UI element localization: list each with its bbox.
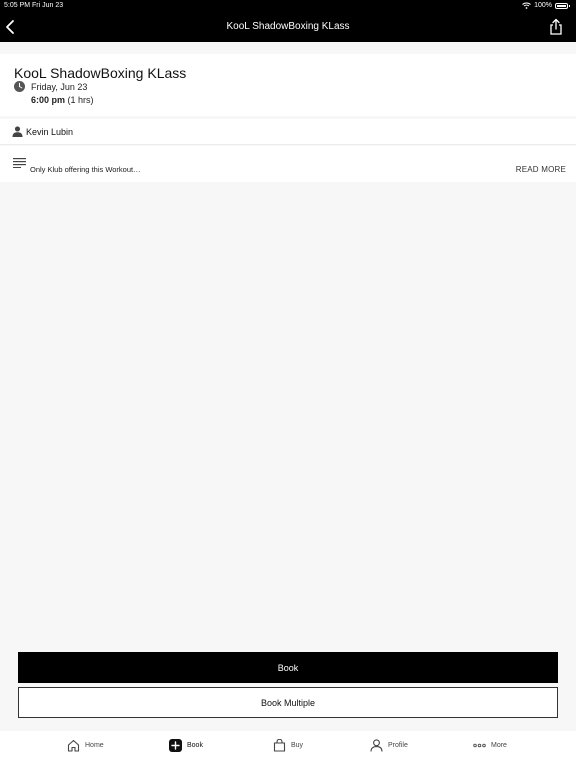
- event-card: KooL ShadowBoxing KLass Friday, Jun 23 6…: [0, 54, 576, 116]
- tab-bar: Home Book Buy Profile More: [0, 731, 576, 768]
- tab-home-label: Home: [85, 742, 104, 749]
- person-icon: [12, 126, 23, 137]
- share-icon[interactable]: [548, 18, 564, 36]
- description-row: Only Klub offering this Workout… READ MO…: [0, 146, 576, 182]
- tab-home[interactable]: Home: [67, 739, 104, 752]
- description-lines-icon: [13, 158, 26, 168]
- tab-book[interactable]: Book: [169, 739, 203, 752]
- tab-buy-label: Buy: [291, 742, 304, 749]
- home-icon: [67, 739, 80, 752]
- wifi-icon: [522, 2, 531, 9]
- book-button[interactable]: Book: [18, 652, 558, 683]
- status-time: 5:05 PM Fri Jun 23: [4, 2, 64, 9]
- book-multiple-button[interactable]: Book Multiple: [18, 687, 558, 718]
- nav-bar: KooL ShadowBoxing KLass: [0, 12, 576, 42]
- clock-icon: [14, 81, 25, 92]
- tab-buy[interactable]: Buy: [273, 739, 303, 752]
- event-title: KooL ShadowBoxing KLass: [14, 65, 187, 81]
- event-time: 6:00 pm: [31, 95, 66, 105]
- tab-profile-label: Profile: [388, 742, 408, 749]
- tab-more[interactable]: More: [473, 739, 507, 752]
- plus-square-icon: [169, 739, 182, 752]
- battery-percent: 100%: [534, 2, 552, 9]
- tab-profile[interactable]: Profile: [370, 739, 408, 752]
- read-more-link[interactable]: READ MORE: [516, 165, 566, 174]
- instructor-name: Kevin Lubin: [26, 127, 74, 137]
- battery-icon: [555, 2, 570, 9]
- profile-icon: [370, 739, 383, 752]
- nav-title: KooL ShadowBoxing KLass: [226, 21, 350, 32]
- shopping-bag-icon: [273, 739, 286, 752]
- status-bar: 5:05 PM Fri Jun 23 100%: [0, 0, 576, 12]
- event-time-row: 6:00 pm (1 hrs): [31, 95, 94, 105]
- tab-more-label: More: [491, 742, 507, 749]
- ellipsis-icon: [473, 743, 486, 748]
- description-text: Only Klub offering this Workout…: [30, 165, 141, 174]
- event-duration: (1 hrs): [67, 95, 94, 105]
- tab-book-label: Book: [187, 742, 203, 749]
- status-right: 100%: [522, 2, 570, 9]
- event-date: Friday, Jun 23: [31, 82, 88, 92]
- instructor-row: Kevin Lubin: [0, 119, 576, 145]
